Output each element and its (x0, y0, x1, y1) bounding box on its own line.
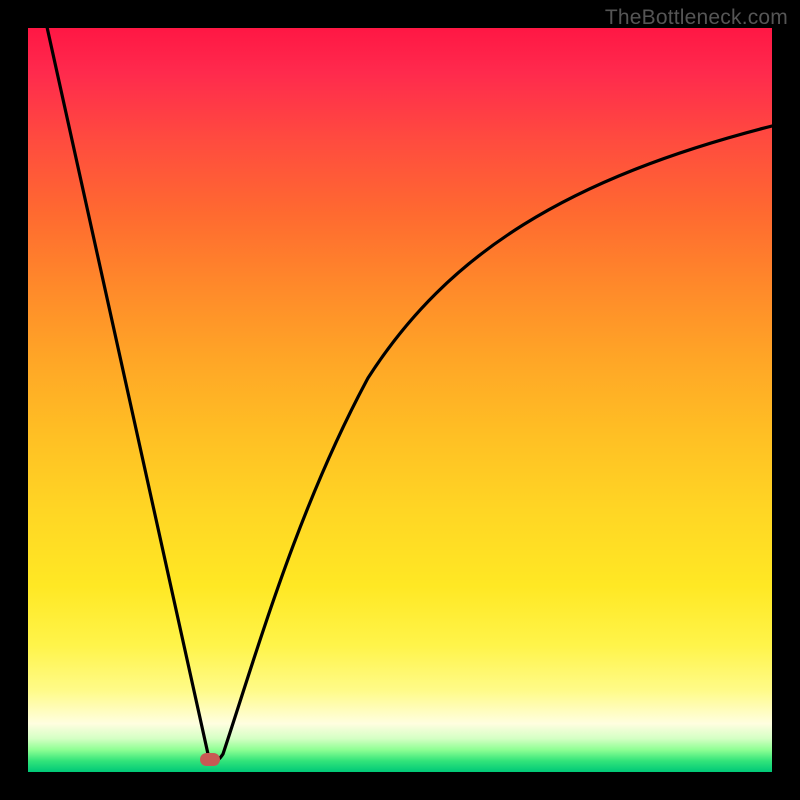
curve-layer (28, 28, 772, 772)
optimum-marker (200, 753, 220, 766)
watermark-text: TheBottleneck.com (605, 6, 788, 30)
chart-frame: TheBottleneck.com (0, 0, 800, 800)
bottleneck-curve (45, 28, 772, 761)
plot-area (28, 28, 772, 772)
